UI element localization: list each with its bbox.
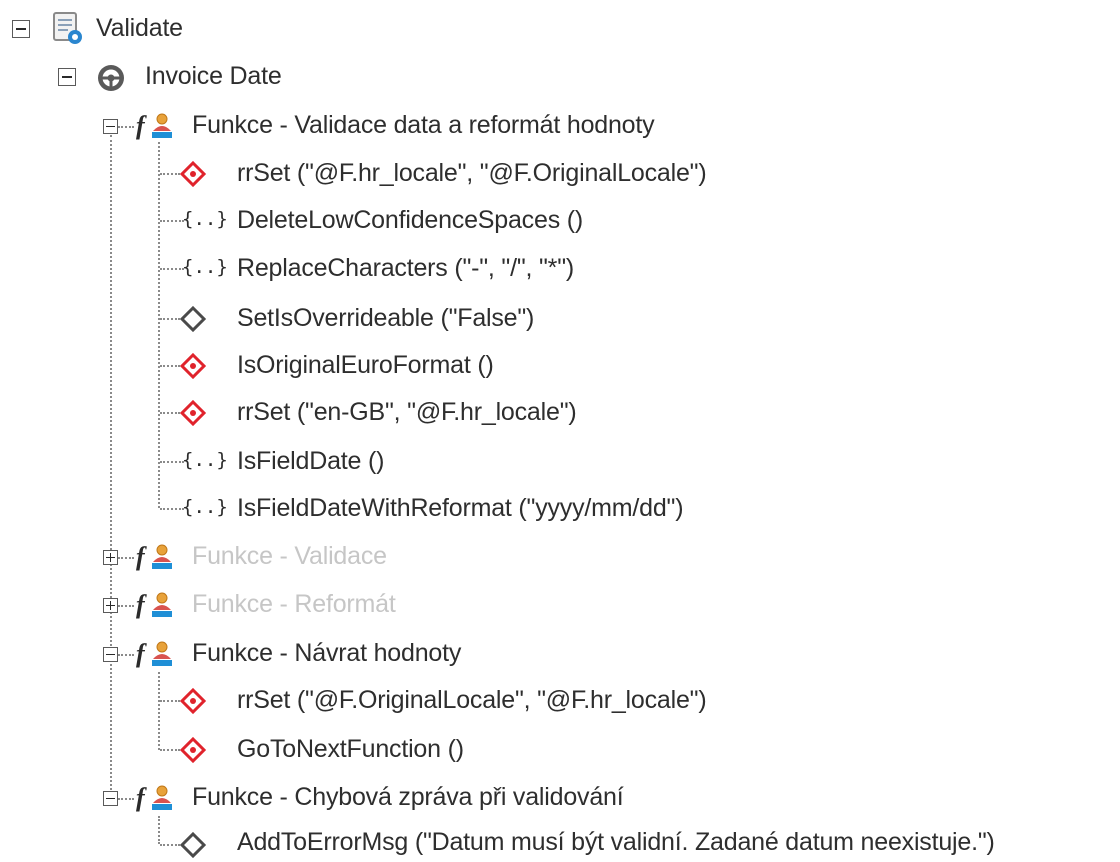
tree-node-function[interactable]: Funkce - Návrat hodnoty xyxy=(192,633,461,673)
tree-connector xyxy=(158,672,160,750)
svg-text:f: f xyxy=(136,783,147,812)
tree-node-action[interactable]: rrSet ("@F.OriginalLocale", "@F.hr_local… xyxy=(237,680,707,720)
function-user-icon: f xyxy=(134,589,176,621)
field-collapse-toggle[interactable] xyxy=(58,68,76,86)
tree-connector xyxy=(160,700,180,702)
tree-connector xyxy=(160,220,184,222)
tree-node-field[interactable]: Invoice Date xyxy=(145,56,282,96)
tree-connector xyxy=(160,508,184,510)
function-user-icon: f xyxy=(134,110,176,142)
tree-connector xyxy=(118,126,134,128)
root-collapse-toggle[interactable] xyxy=(12,20,30,38)
tree-node-root[interactable]: Validate xyxy=(96,8,183,48)
function-user-icon: f xyxy=(134,541,176,573)
red-diamond-icon xyxy=(180,400,206,426)
tree-node-action[interactable]: GoToNextFunction () xyxy=(237,729,464,769)
svg-text:f: f xyxy=(136,590,147,619)
tree-node-action[interactable]: DeleteLowConfidenceSpaces () xyxy=(237,200,583,240)
svg-text:f: f xyxy=(136,542,147,571)
tree-connector xyxy=(118,798,134,800)
tree-connector xyxy=(118,605,134,607)
red-diamond-icon xyxy=(180,161,206,187)
tree-connector xyxy=(158,816,160,844)
function-label: Funkce - Reformát xyxy=(192,590,396,618)
action-label: IsFieldDate () xyxy=(237,447,385,475)
tree-connector xyxy=(160,173,180,175)
braces-icon: {..} xyxy=(182,496,228,518)
svg-text:f: f xyxy=(136,111,147,140)
field-label: Invoice Date xyxy=(145,62,282,90)
function-label: Funkce - Validace xyxy=(192,542,387,570)
function-expand-toggle[interactable] xyxy=(103,598,118,613)
action-label: ReplaceCharacters ("-", "/", "*") xyxy=(237,254,575,282)
tree-node-function[interactable]: Funkce - Reformát xyxy=(192,584,396,624)
gray-diamond-icon xyxy=(180,832,206,858)
tree-connector xyxy=(118,557,134,559)
validate-script-icon xyxy=(50,10,86,46)
tree-node-action[interactable]: IsFieldDate () xyxy=(237,441,384,481)
tree-connector xyxy=(160,749,180,751)
action-label: SetIsOverrideable ("False") xyxy=(237,304,535,332)
tree-node-action[interactable]: rrSet ("@F.hr_locale", "@F.OriginalLocal… xyxy=(237,153,707,193)
tree-node-function[interactable]: Funkce - Validace data a reformát hodnot… xyxy=(192,105,655,145)
action-label: IsFieldDateWithReformat ("yyyy/mm/dd") xyxy=(237,494,684,522)
tree-node-function[interactable]: Funkce - Validace xyxy=(192,536,387,576)
tree-connector xyxy=(160,461,184,463)
gray-diamond-icon xyxy=(180,306,206,332)
function-label: Funkce - Návrat hodnoty xyxy=(192,639,462,667)
tree-connector xyxy=(110,135,112,798)
tree-node-action[interactable]: IsOriginalEuroFormat () xyxy=(237,345,494,385)
function-collapse-toggle[interactable] xyxy=(103,119,118,134)
function-user-icon: f xyxy=(134,638,176,670)
action-label: rrSet ("@F.OriginalLocale", "@F.hr_local… xyxy=(237,686,707,714)
tree-connector xyxy=(160,412,180,414)
function-collapse-toggle[interactable] xyxy=(103,791,118,806)
tree-node-action[interactable]: rrSet ("en-GB", "@F.hr_locale") xyxy=(237,392,577,432)
red-diamond-icon xyxy=(180,688,206,714)
braces-icon: {..} xyxy=(182,208,228,230)
tree-node-action[interactable]: IsFieldDateWithReformat ("yyyy/mm/dd") xyxy=(237,488,684,528)
action-label: DeleteLowConfidenceSpaces () xyxy=(237,206,583,234)
function-expand-toggle[interactable] xyxy=(103,550,118,565)
function-collapse-toggle[interactable] xyxy=(103,647,118,662)
function-label: Funkce - Validace data a reformát hodnot… xyxy=(192,111,655,139)
tree-connector xyxy=(160,844,180,846)
root-label: Validate xyxy=(96,14,183,42)
tree-connector xyxy=(160,318,180,320)
action-label: AddToErrorMsg ("Datum musí být validní. … xyxy=(237,828,995,856)
tree-node-action[interactable]: SetIsOverrideable ("False") xyxy=(237,298,534,338)
tree-node-function[interactable]: Funkce - Chybová zpráva při validování xyxy=(192,777,624,817)
red-diamond-icon xyxy=(180,737,206,763)
tree-node-action[interactable]: AddToErrorMsg ("Datum musí být validní. … xyxy=(237,822,995,862)
action-label: GoToNextFunction () xyxy=(237,735,464,763)
tree-connector xyxy=(158,142,160,508)
action-label: rrSet ("en-GB", "@F.hr_locale") xyxy=(237,398,577,426)
tree-view: Validate Invoice Date f Funkce - Validac… xyxy=(0,0,1120,860)
tree-node-action[interactable]: ReplaceCharacters ("-", "/", "*") xyxy=(237,248,574,288)
tree-connector xyxy=(160,268,184,270)
tree-connector xyxy=(118,654,134,656)
svg-text:f: f xyxy=(136,639,147,668)
tree-connector xyxy=(160,365,180,367)
function-label: Funkce - Chybová zpráva při validování xyxy=(192,783,624,811)
action-label: rrSet ("@F.hr_locale", "@F.OriginalLocal… xyxy=(237,159,707,187)
braces-icon: {..} xyxy=(182,256,228,278)
braces-icon: {..} xyxy=(182,449,228,471)
red-diamond-icon xyxy=(180,353,206,379)
action-label: IsOriginalEuroFormat () xyxy=(237,351,494,379)
steering-wheel-icon xyxy=(96,63,126,93)
function-user-icon: f xyxy=(134,782,176,814)
